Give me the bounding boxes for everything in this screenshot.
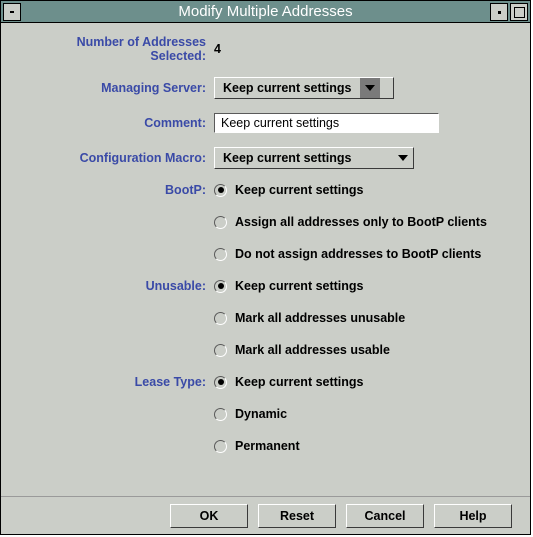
radio-lease-keep[interactable] bbox=[214, 376, 227, 389]
comment-input[interactable]: Keep current settings bbox=[214, 113, 439, 133]
row-lease-2: Permanent bbox=[19, 439, 512, 453]
row-address-count: Number of Addresses Selected: 4 bbox=[19, 35, 512, 63]
managing-server-selected: Keep current settings bbox=[215, 81, 360, 95]
radio-label-bootp-0: Keep current settings bbox=[235, 183, 364, 197]
row-config-macro: Configuration Macro: Keep current settin… bbox=[19, 147, 512, 169]
ok-button[interactable]: OK bbox=[170, 504, 248, 528]
radio-lease-permanent[interactable] bbox=[214, 440, 227, 453]
dialog-window: Modify Multiple Addresses Number of Addr… bbox=[0, 0, 531, 535]
radio-bootp-keep[interactable] bbox=[214, 184, 227, 197]
row-bootp-1: Assign all addresses only to BootP clien… bbox=[19, 215, 512, 229]
row-lease-0: Lease Type: Keep current settings bbox=[19, 375, 512, 389]
comment-input-value: Keep current settings bbox=[221, 116, 339, 130]
row-bootp-0: BootP: Keep current settings bbox=[19, 183, 512, 197]
radio-unusable-keep[interactable] bbox=[214, 280, 227, 293]
radio-lease-dynamic[interactable] bbox=[214, 408, 227, 421]
row-lease-1: Dynamic bbox=[19, 407, 512, 421]
row-unusable-0: Unusable: Keep current settings bbox=[19, 279, 512, 293]
row-unusable-1: Mark all addresses unusable bbox=[19, 311, 512, 325]
label-bootp: BootP: bbox=[19, 183, 214, 197]
value-address-count: 4 bbox=[214, 42, 221, 56]
row-managing-server: Managing Server: Keep current settings bbox=[19, 77, 512, 99]
radio-label-unusable-0: Keep current settings bbox=[235, 279, 364, 293]
window-controls bbox=[490, 3, 528, 21]
radio-label-unusable-1: Mark all addresses unusable bbox=[235, 311, 405, 325]
radio-label-bootp-2: Do not assign addresses to BootP clients bbox=[235, 247, 481, 261]
dialog-content: Number of Addresses Selected: 4 Managing… bbox=[1, 23, 530, 496]
radio-bootp-do-not-assign[interactable] bbox=[214, 248, 227, 261]
titlebar: Modify Multiple Addresses bbox=[1, 1, 530, 23]
help-button[interactable]: Help bbox=[434, 504, 512, 528]
window-title: Modify Multiple Addresses bbox=[1, 3, 530, 20]
radio-bootp-assign-only[interactable] bbox=[214, 216, 227, 229]
row-comment: Comment: Keep current settings bbox=[19, 113, 512, 133]
window-menu-button[interactable] bbox=[3, 3, 21, 21]
label-unusable: Unusable: bbox=[19, 279, 214, 293]
config-macro-dropdown[interactable]: Keep current settings bbox=[214, 147, 414, 169]
chevron-down-icon bbox=[360, 78, 380, 98]
radio-label-bootp-1: Assign all addresses only to BootP clien… bbox=[235, 215, 487, 229]
label-config-macro: Configuration Macro: bbox=[19, 151, 214, 165]
config-macro-selected: Keep current settings bbox=[215, 151, 393, 165]
label-managing-server: Managing Server: bbox=[19, 81, 214, 95]
radio-label-lease-0: Keep current settings bbox=[235, 375, 364, 389]
label-comment: Comment: bbox=[19, 116, 214, 130]
row-unusable-2: Mark all addresses usable bbox=[19, 343, 512, 357]
label-lease: Lease Type: bbox=[19, 375, 214, 389]
minimize-button[interactable] bbox=[490, 3, 508, 21]
button-bar: OK Reset Cancel Help bbox=[1, 496, 530, 534]
radio-unusable-mark-unusable[interactable] bbox=[214, 312, 227, 325]
radio-unusable-mark-usable[interactable] bbox=[214, 344, 227, 357]
radio-label-lease-1: Dynamic bbox=[235, 407, 287, 421]
chevron-down-icon bbox=[393, 148, 413, 168]
maximize-button[interactable] bbox=[510, 3, 528, 21]
radio-label-lease-2: Permanent bbox=[235, 439, 300, 453]
cancel-button[interactable]: Cancel bbox=[346, 504, 424, 528]
row-bootp-2: Do not assign addresses to BootP clients bbox=[19, 247, 512, 261]
label-address-count: Number of Addresses Selected: bbox=[19, 35, 214, 63]
reset-button[interactable]: Reset bbox=[258, 504, 336, 528]
radio-label-unusable-2: Mark all addresses usable bbox=[235, 343, 390, 357]
managing-server-dropdown[interactable]: Keep current settings bbox=[214, 77, 394, 99]
